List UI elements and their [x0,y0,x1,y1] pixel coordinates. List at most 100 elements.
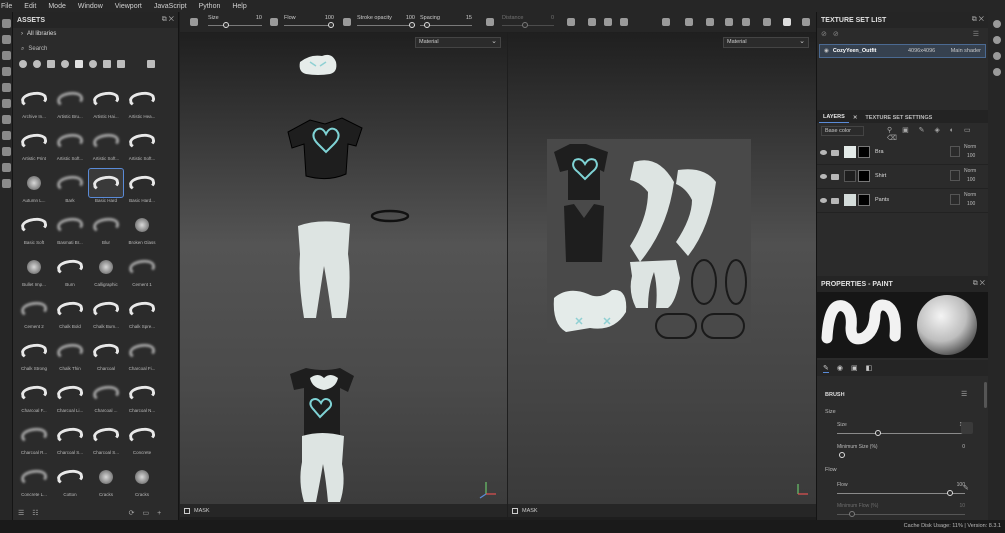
eye-icon[interactable] [820,150,827,155]
layer-bra[interactable]: Bra Norm 100 [817,141,989,165]
brush-item[interactable]: Blur [88,211,124,252]
filter-brush-icon[interactable] [75,60,83,68]
brush-item[interactable]: Artistic Soft... [52,127,88,168]
brush-item[interactable]: Bullet Imp... [16,253,52,294]
list-icon[interactable]: ☷ [32,509,38,517]
filter-texture-icon[interactable] [47,60,55,68]
smudge-icon[interactable] [2,83,11,92]
screenshot-icon[interactable] [802,18,810,26]
stroke-opacity-slider[interactable]: Stroke opacity 100 [357,15,415,29]
filter-mask-icon[interactable] [61,60,69,68]
search-input[interactable]: ⌕ Search [13,42,178,56]
blend-mode[interactable]: Norm [964,168,976,174]
brush-item[interactable]: Cement 1 [124,253,160,294]
spacing-knob[interactable] [424,22,430,28]
brush-item[interactable]: Artistic Soft... [124,127,160,168]
material-tab-icon[interactable]: ◉ [837,364,843,372]
filter-material-icon[interactable] [19,60,27,68]
channel-dropdown[interactable]: Base color [821,126,864,136]
size-slider[interactable]: Size 10 [825,422,975,442]
tab-layers[interactable]: LAYERS [819,112,849,123]
alpha-tab-icon[interactable]: ◧ [866,364,873,372]
symmetry-icon[interactable] [190,18,198,26]
flow-knob[interactable] [947,490,953,496]
link-icon[interactable]: ⊘ [821,30,827,38]
camera-mode-icon[interactable] [706,18,714,26]
menu-viewport[interactable]: Viewport [115,3,142,10]
geometry-mask-icon[interactable] [2,67,11,76]
brush-item[interactable]: Artistic Print [16,127,52,168]
brush-item[interactable]: Chalk Strong [16,337,52,378]
menu-window[interactable]: Window [78,3,103,10]
unlink-icon[interactable]: ⊘ [833,30,839,38]
mask-checkbox-2d[interactable] [512,507,518,514]
symmetry-axis-icon[interactable] [604,18,612,26]
add-icon[interactable]: + [157,510,161,517]
fill-icon[interactable] [2,115,11,124]
filter-icon[interactable]: ☰ [18,509,24,517]
stroke-pressure-icon[interactable] [343,18,351,26]
brush-item[interactable]: Charcoal R... [16,421,52,462]
layer-opacity[interactable]: 100 [967,153,975,159]
eye-icon[interactable] [820,174,827,179]
layer-opacity[interactable]: 100 [967,177,975,183]
brush-item[interactable]: Charcoal S... [88,421,124,462]
brush-item[interactable]: Cracks [124,463,160,504]
panel-controls-icon[interactable]: ⧉ ✕ [972,16,984,24]
log-icon[interactable] [992,68,1001,76]
panel-controls-icon[interactable]: ⧉ ✕ [973,280,985,288]
minimum-flow-knob[interactable] [849,511,855,517]
distance-slider[interactable]: Distance 0 [502,15,554,29]
video-icon[interactable] [742,18,750,26]
texture-set-row[interactable]: ◉ CozyYeen_Outfit 4096x4096 Main shader [819,44,986,58]
brush-item[interactable]: Basic Hard [88,168,124,210]
minimum-size-slider[interactable]: Minimum Size (%) 0 [825,444,975,464]
brush-item[interactable]: Cracks [88,463,124,504]
measure-icon[interactable] [2,163,11,172]
size-knob[interactable] [223,22,229,28]
visibility-icon[interactable] [662,18,670,26]
brush-item[interactable]: Charcoal Fi... [124,337,160,378]
stencil-tab-icon[interactable]: ▣ [851,364,858,372]
blend-mode[interactable]: Norm [964,192,976,198]
clone-icon[interactable] [2,99,11,108]
panel-controls-icon[interactable]: ⧉ ✕ [162,16,174,24]
paint-brush-icon[interactable] [2,19,11,28]
bake-icon[interactable] [2,147,11,156]
menu-help[interactable]: Help [232,3,246,10]
menu-icon[interactable]: ☰ [973,30,979,38]
brush-item[interactable]: Charcoal S... [52,421,88,462]
refresh-icon[interactable]: ⟳ [129,509,135,517]
distance-knob[interactable] [522,22,528,28]
preset-menu-icon[interactable]: ☰ [961,390,967,398]
lazy-mouse-icon[interactable] [486,18,494,26]
brush-item[interactable]: Chalk Thin [52,337,88,378]
minimum-size-knob[interactable] [839,452,845,458]
tab-texture-set-settings[interactable]: TEXTURE SET SETTINGS [861,113,936,123]
brush-item[interactable]: Cotton [52,463,88,504]
brush-item[interactable]: Artistic Hea... [124,85,160,126]
viewport-3d[interactable]: Material [180,32,507,504]
pressure-icon[interactable] [270,18,278,26]
picker-icon[interactable] [2,131,11,140]
projection-icon[interactable] [2,51,11,60]
filter-alpha-icon[interactable] [103,60,111,68]
menu-edit[interactable]: Edit [24,3,36,10]
brush-item[interactable]: Broken Glass [124,211,160,252]
brush-item[interactable]: Chalk Bum... [88,295,124,336]
layer-checkbox[interactable] [950,194,960,205]
filter-particle-icon[interactable] [89,60,97,68]
brush-item[interactable]: Charcoal F... [16,379,52,420]
eye-icon[interactable] [820,198,827,203]
close-icon[interactable]: ✕ [849,113,862,123]
brush-item[interactable]: Bark [52,169,88,210]
layer-shirt[interactable]: Shirt Norm 100 [817,165,989,189]
grid-view-icon[interactable] [147,60,155,68]
flow-knob[interactable] [328,22,334,28]
layer-checkbox[interactable] [950,146,960,157]
brush-item[interactable]: Archive In... [16,85,52,126]
angle-icon[interactable] [567,18,575,26]
spacing-slider[interactable]: Spacing 15 [420,15,472,29]
flow-pressure-icon[interactable]: ✎ [963,484,969,492]
mask-checkbox-3d[interactable] [184,507,190,514]
